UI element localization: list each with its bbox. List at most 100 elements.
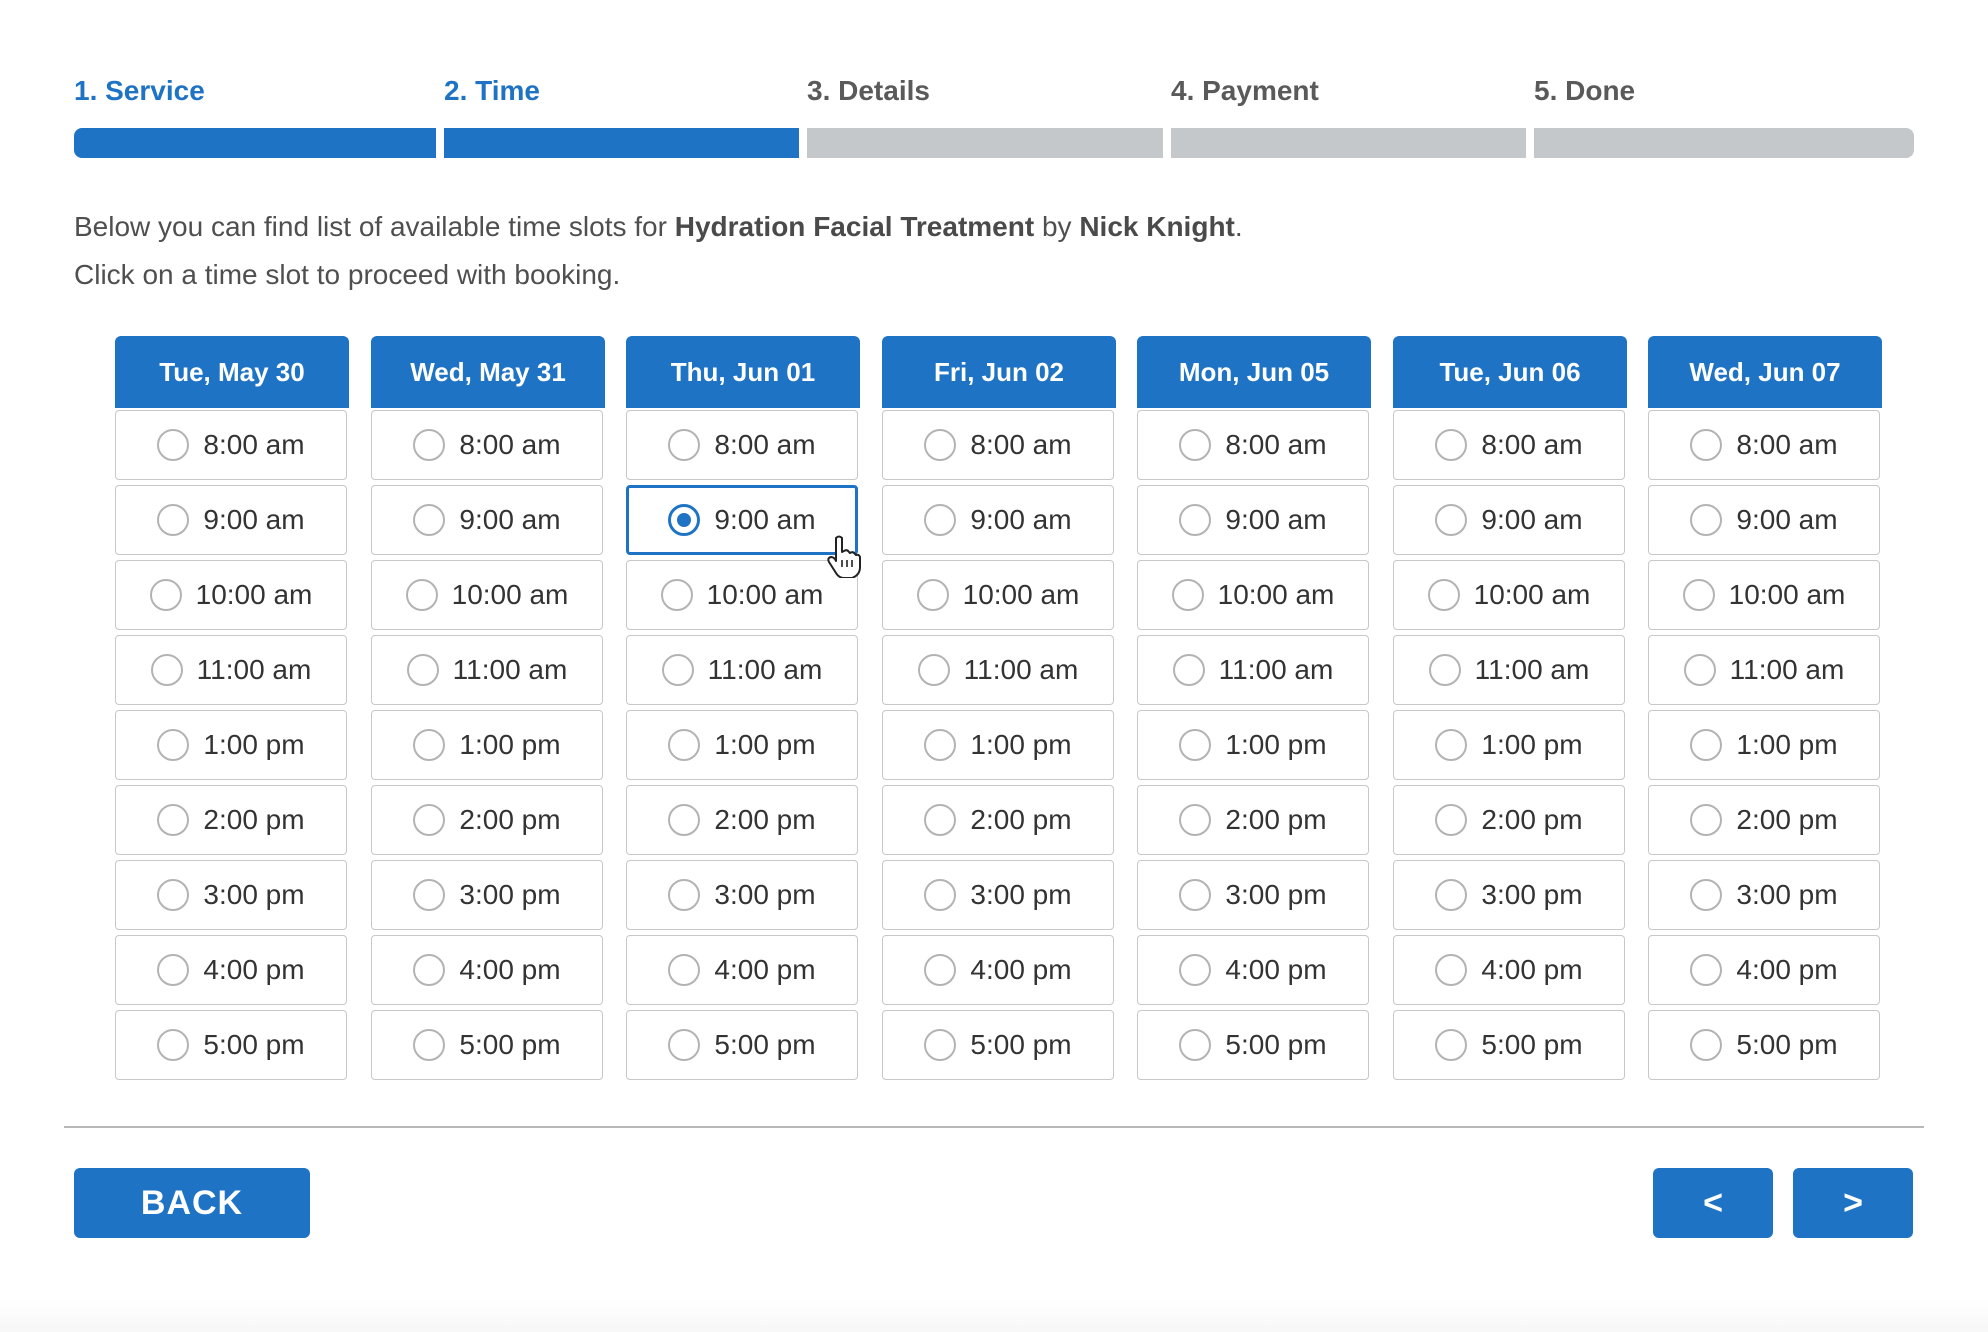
radio-icon[interactable] [1435, 879, 1468, 911]
time-slot[interactable]: 8:00 am [1137, 410, 1369, 480]
time-slot[interactable]: 1:00 pm [1393, 710, 1625, 780]
time-slot[interactable]: 9:00 am [882, 485, 1114, 555]
time-slot[interactable]: 4:00 pm [626, 935, 858, 1005]
time-slot[interactable]: 10:00 am [371, 560, 603, 630]
radio-icon[interactable] [1435, 429, 1468, 461]
time-slot[interactable]: 8:00 am [371, 410, 603, 480]
time-slot[interactable]: 8:00 am [626, 410, 858, 480]
radio-icon[interactable] [406, 654, 439, 686]
radio-icon[interactable] [668, 504, 701, 536]
radio-icon[interactable] [1435, 729, 1468, 761]
radio-icon[interactable] [1435, 1029, 1468, 1061]
time-slot[interactable]: 2:00 pm [882, 785, 1114, 855]
radio-icon[interactable] [413, 879, 446, 911]
radio-icon[interactable] [924, 879, 957, 911]
radio-icon[interactable] [149, 579, 182, 611]
time-slot[interactable]: 9:00 am [626, 485, 858, 555]
time-slot[interactable]: 10:00 am [882, 560, 1114, 630]
time-slot[interactable]: 2:00 pm [1648, 785, 1880, 855]
radio-icon[interactable] [668, 429, 701, 461]
time-slot[interactable]: 3:00 pm [1648, 860, 1880, 930]
time-slot[interactable]: 3:00 pm [882, 860, 1114, 930]
time-slot[interactable]: 10:00 am [626, 560, 858, 630]
radio-icon[interactable] [1179, 879, 1212, 911]
radio-icon[interactable] [1690, 429, 1723, 461]
radio-icon[interactable] [1179, 504, 1212, 536]
radio-icon[interactable] [1427, 579, 1460, 611]
radio-icon[interactable] [413, 1029, 446, 1061]
back-button[interactable]: BACK [74, 1168, 310, 1238]
radio-icon[interactable] [1179, 804, 1212, 836]
radio-icon[interactable] [668, 804, 701, 836]
time-slot[interactable]: 11:00 am [1137, 635, 1369, 705]
radio-icon[interactable] [157, 954, 190, 986]
time-slot[interactable]: 4:00 pm [371, 935, 603, 1005]
time-slot[interactable]: 4:00 pm [1393, 935, 1625, 1005]
radio-icon[interactable] [157, 504, 190, 536]
time-slot[interactable]: 4:00 pm [882, 935, 1114, 1005]
time-slot[interactable]: 8:00 am [1393, 410, 1625, 480]
radio-icon[interactable] [1179, 729, 1212, 761]
radio-icon[interactable] [1690, 504, 1723, 536]
time-slot[interactable]: 3:00 pm [1393, 860, 1625, 930]
radio-icon[interactable] [413, 729, 446, 761]
time-slot[interactable]: 11:00 am [371, 635, 603, 705]
time-slot[interactable]: 5:00 pm [882, 1010, 1114, 1080]
radio-icon[interactable] [1435, 954, 1468, 986]
time-slot[interactable]: 9:00 am [1648, 485, 1880, 555]
radio-icon[interactable] [1428, 654, 1461, 686]
radio-icon[interactable] [924, 1029, 957, 1061]
radio-icon[interactable] [157, 1029, 190, 1061]
radio-icon[interactable] [1690, 1029, 1723, 1061]
time-slot[interactable]: 3:00 pm [626, 860, 858, 930]
time-slot[interactable]: 9:00 am [115, 485, 347, 555]
radio-icon[interactable] [1690, 804, 1723, 836]
time-slot[interactable]: 9:00 am [1393, 485, 1625, 555]
time-slot[interactable]: 2:00 pm [371, 785, 603, 855]
time-slot[interactable]: 9:00 am [371, 485, 603, 555]
time-slot[interactable]: 1:00 pm [115, 710, 347, 780]
time-slot[interactable]: 1:00 pm [371, 710, 603, 780]
time-slot[interactable]: 11:00 am [626, 635, 858, 705]
radio-icon[interactable] [157, 804, 190, 836]
radio-icon[interactable] [157, 429, 190, 461]
radio-icon[interactable] [1690, 879, 1723, 911]
next-week-button[interactable]: > [1793, 1168, 1913, 1238]
radio-icon[interactable] [413, 504, 446, 536]
time-slot[interactable]: 3:00 pm [115, 860, 347, 930]
time-slot[interactable]: 3:00 pm [371, 860, 603, 930]
radio-icon[interactable] [668, 879, 701, 911]
time-slot[interactable]: 10:00 am [1137, 560, 1369, 630]
time-slot[interactable]: 1:00 pm [882, 710, 1114, 780]
radio-icon[interactable] [413, 954, 446, 986]
radio-icon[interactable] [924, 429, 957, 461]
radio-icon[interactable] [660, 579, 693, 611]
time-slot[interactable]: 10:00 am [115, 560, 347, 630]
radio-icon[interactable] [661, 654, 694, 686]
radio-icon[interactable] [1435, 504, 1468, 536]
time-slot[interactable]: 2:00 pm [1393, 785, 1625, 855]
radio-icon[interactable] [1690, 729, 1723, 761]
radio-icon[interactable] [924, 729, 957, 761]
radio-icon[interactable] [1179, 954, 1212, 986]
time-slot[interactable]: 1:00 pm [1648, 710, 1880, 780]
radio-icon[interactable] [917, 654, 950, 686]
radio-icon[interactable] [668, 954, 701, 986]
radio-icon[interactable] [924, 954, 957, 986]
radio-icon[interactable] [157, 729, 190, 761]
time-slot[interactable]: 4:00 pm [1137, 935, 1369, 1005]
radio-icon[interactable] [668, 729, 701, 761]
radio-icon[interactable] [413, 429, 446, 461]
radio-icon[interactable] [405, 579, 438, 611]
time-slot[interactable]: 10:00 am [1393, 560, 1625, 630]
time-slot[interactable]: 1:00 pm [1137, 710, 1369, 780]
time-slot[interactable]: 11:00 am [115, 635, 347, 705]
radio-icon[interactable] [924, 504, 957, 536]
time-slot[interactable]: 5:00 pm [1393, 1010, 1625, 1080]
time-slot[interactable]: 3:00 pm [1137, 860, 1369, 930]
time-slot[interactable]: 4:00 pm [115, 935, 347, 1005]
time-slot[interactable]: 2:00 pm [626, 785, 858, 855]
radio-icon[interactable] [916, 579, 949, 611]
radio-icon[interactable] [413, 804, 446, 836]
radio-icon[interactable] [1435, 804, 1468, 836]
